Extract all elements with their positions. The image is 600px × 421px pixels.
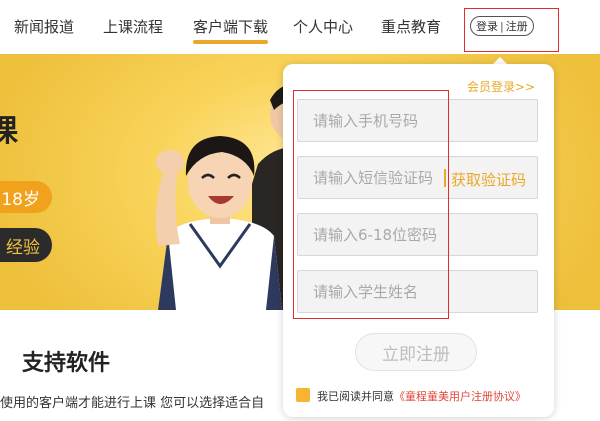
nav-item-news[interactable]: 新闻报道 [14,16,74,37]
get-code-button[interactable]: 获取验证码 [451,169,526,190]
student-name-input[interactable]: 请输入学生姓名 [297,270,538,313]
divider: | [500,19,504,33]
member-login-link[interactable]: 会员登录>> [467,78,535,95]
register-submit-button[interactable]: 立即注册 [355,333,477,371]
code-separator [444,169,446,187]
banner-heading-partial: 课 [0,114,18,149]
age-badge: 18岁 [0,181,52,213]
experience-badge: 经验 [0,228,52,262]
login-register-toggle[interactable]: 登录 | 注册 [470,16,534,36]
register-link[interactable]: 注册 [506,18,528,34]
section-title: 支持软件 [22,351,111,376]
login-link[interactable]: 登录 [476,18,498,34]
agree-checkbox[interactable] [296,388,310,402]
kid-photo [156,136,282,310]
agreement-link[interactable]: 《童程童美用户注册协议》 [394,390,526,403]
nav-item-client-download[interactable]: 客户端下载 [193,16,269,44]
phone-input[interactable]: 请输入手机号码 [297,99,538,142]
nav-item-personal-center[interactable]: 个人中心 [293,16,353,37]
password-input[interactable]: 请输入6-18位密码 [297,213,538,256]
agree-label: 我已阅读并同意 [317,390,394,403]
top-nav: 新闻报道 上课流程 客户端下载 个人中心 重点教育 登录 | 注册 [0,0,600,54]
agreement-row: 我已阅读并同意《童程童美用户注册协议》 [317,388,526,404]
nav-item-key-education[interactable]: 重点教育 [381,16,441,37]
nav-item-class-process[interactable]: 上课流程 [103,16,163,37]
section-description: 使用的客户端才能进行上课 您可以选择适合自 [0,396,265,411]
